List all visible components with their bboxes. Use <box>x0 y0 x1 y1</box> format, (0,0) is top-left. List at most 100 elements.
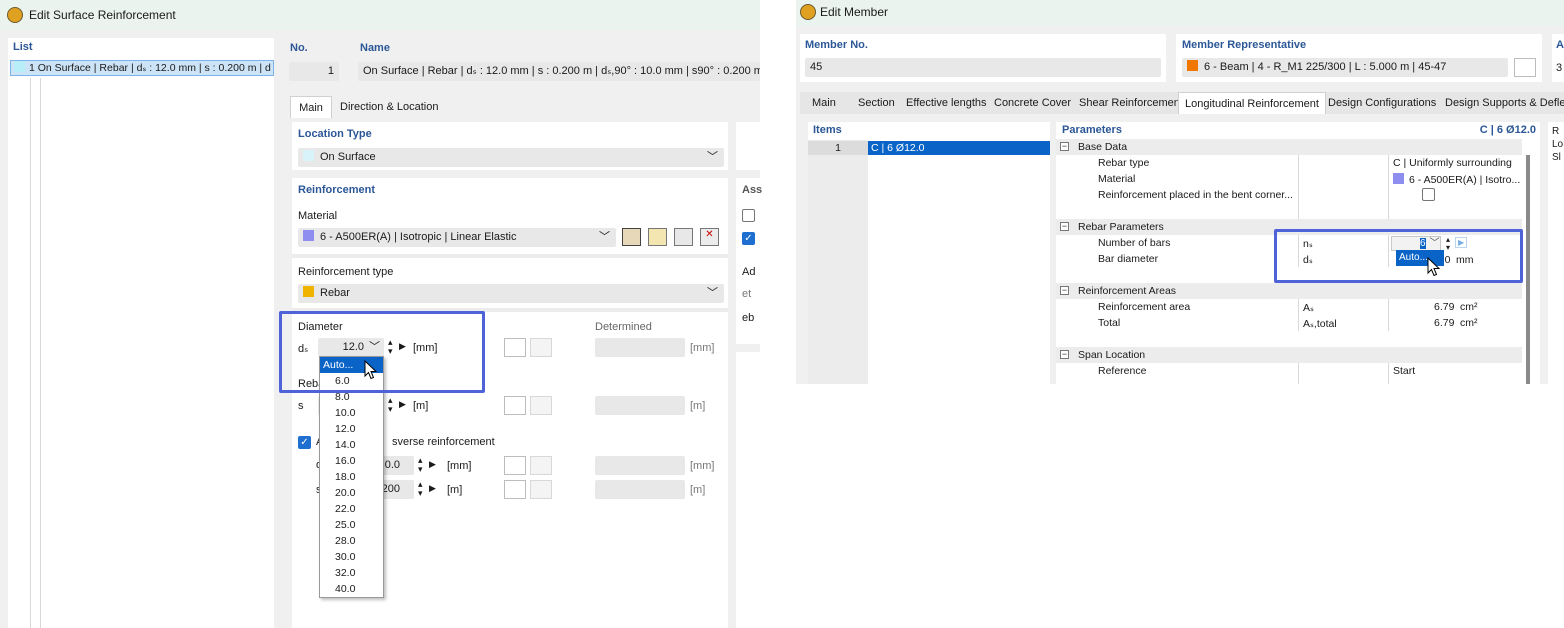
s-symbol: s <box>298 400 304 412</box>
left-window: Edit Surface Reinforcement List 1 On Sur… <box>0 0 763 628</box>
dropdown-option[interactable]: 28.0 <box>320 533 383 549</box>
delete-material-icon[interactable]: ✕ <box>700 228 719 246</box>
new-material-icon[interactable] <box>648 228 667 246</box>
side-l: Lo <box>1552 139 1564 150</box>
member-no-field[interactable]: 45 <box>805 58 1161 77</box>
rebar-params-label: Rebar Parameters <box>1078 221 1164 233</box>
eb-label: eb <box>742 312 755 324</box>
material-swatch <box>303 230 314 241</box>
edit-trans-d-icon[interactable] <box>504 456 526 475</box>
chevron-down-icon: ﹀ <box>707 151 718 163</box>
list-header: List <box>13 41 33 53</box>
edit-member-rep-icon[interactable] <box>1514 58 1536 77</box>
dropdown-option[interactable]: 14.0 <box>320 437 383 453</box>
right-checkbox-1[interactable] <box>742 209 755 222</box>
dropdown-option[interactable]: 25.0 <box>320 517 383 533</box>
tab-section[interactable]: Section <box>852 92 901 114</box>
app-icon <box>800 4 816 20</box>
transverse-checkbox[interactable]: ✓ <box>298 436 311 449</box>
determined-m-unit: [m] <box>690 400 706 412</box>
dropdown-option[interactable]: 16.0 <box>320 453 383 469</box>
dropdown-option[interactable]: 10.0 <box>320 405 383 421</box>
assignment-header: Ass <box>742 184 763 196</box>
member-rep-label: Member Representative <box>1182 39 1307 51</box>
location-type-select[interactable]: On Surface ﹀ <box>298 148 724 167</box>
determined-diameter-field <box>595 338 685 357</box>
dropdown-option[interactable]: 18.0 <box>320 469 383 485</box>
spin-icon[interactable]: ▴ ▾ <box>418 480 423 498</box>
determined-trans-mm-unit: [mm] <box>690 460 715 472</box>
tab-main[interactable]: Main <box>806 92 842 114</box>
edit-spacing-icon[interactable] <box>504 396 526 415</box>
no-label: No. <box>290 42 308 54</box>
rebar-swatch <box>303 286 314 297</box>
collapse-reinf-areas-icon[interactable]: − <box>1060 286 1069 295</box>
spin-icon[interactable]: ▴ ▾ <box>388 396 393 414</box>
tab-effective-lengths[interactable]: Effective lengths <box>900 92 993 114</box>
list-item[interactable]: 1 On Surface | Rebar | dₛ : 12.0 mm | s … <box>10 60 274 76</box>
material-value[interactable]: 6 - A500ER(A) | Isotro... <box>1393 173 1520 186</box>
spin-icon[interactable]: ▴ ▾ <box>418 456 423 474</box>
play-icon[interactable]: ▶ <box>429 483 436 494</box>
items-no-column <box>808 140 868 384</box>
dropdown-option[interactable]: 32.0 <box>320 565 383 581</box>
material-label: Material <box>298 210 338 222</box>
chevron-down-icon: ﹀ <box>707 287 718 299</box>
num-bars-label: Number of bars <box>1098 237 1171 249</box>
dropdown-option[interactable]: 12.0 <box>320 421 383 437</box>
tab-concrete-cover[interactable]: Concrete Cover <box>988 92 1077 114</box>
edit-trans-s-icon[interactable] <box>504 480 526 499</box>
collapse-span-location-icon[interactable]: − <box>1060 350 1069 359</box>
play-icon[interactable]: ▶ <box>399 399 406 410</box>
right-checkbox-2[interactable]: ✓ <box>742 232 755 245</box>
edit-material-icon[interactable] <box>674 228 693 246</box>
determined-spacing-field <box>595 396 685 415</box>
highlight-box <box>1274 229 1523 283</box>
material-select[interactable]: 6 - A500ER(A) | Isotropic | Linear Elast… <box>298 228 616 247</box>
tab-direction-location[interactable]: Direction & Location <box>334 96 444 118</box>
items-panel: Items 1 C | 6 Ø12.0 <box>808 122 1050 384</box>
trans-d-value: 0.0 <box>384 459 400 471</box>
pick-trans-d-icon <box>530 456 552 475</box>
item-no: 1 <box>808 141 868 155</box>
tab-design-configurations[interactable]: Design Configurations <box>1322 92 1442 114</box>
m-unit: [m] <box>413 400 429 412</box>
tab-shear-reinforcement[interactable]: Shear Reinforcement <box>1073 92 1189 114</box>
rebar-type-value[interactable]: C | Uniformly surrounding <box>1393 157 1512 169</box>
reference-value[interactable]: Start <box>1393 365 1415 377</box>
no-field[interactable]: 1 <box>289 62 339 81</box>
dropdown-option[interactable]: 22.0 <box>320 501 383 517</box>
right-tabbar: Main Section Effective lengths Concrete … <box>800 92 1564 114</box>
collapse-base-data-icon[interactable]: − <box>1060 142 1069 151</box>
material-value: 6 - A500ER(A) | Isotropic | Linear Elast… <box>320 231 517 243</box>
material-value-text: 6 - A500ER(A) | Isotro... <box>1409 174 1521 186</box>
member-rep-select[interactable]: 6 - Beam | 4 - R_M1 225/300 | L : 5.000 … <box>1182 58 1508 77</box>
dropdown-option[interactable]: 30.0 <box>320 549 383 565</box>
member-no-card: Member No. 45 <box>800 34 1166 82</box>
tab-longitudinal-reinforcement[interactable]: Longitudinal Reinforcement <box>1178 92 1326 114</box>
bent-corner-checkbox[interactable] <box>1422 188 1435 201</box>
edge-card: A 3 <box>1552 34 1564 82</box>
item-row[interactable]: C | 6 Ø12.0 <box>868 141 1050 155</box>
library-icon[interactable] <box>622 228 641 246</box>
items-label: Items <box>813 124 842 136</box>
tab-main[interactable]: Main <box>290 96 332 118</box>
window-title: Edit Member <box>820 5 889 19</box>
trans-s-value: 200 <box>381 483 400 495</box>
edit-diameter-icon[interactable] <box>504 338 526 357</box>
dropdown-option[interactable]: 20.0 <box>320 485 383 501</box>
reinf-type-label: Reinforcement type <box>298 266 394 278</box>
location-swatch <box>303 150 314 161</box>
name-field[interactable]: On Surface | Rebar | dₛ : 12.0 mm | s : … <box>358 62 760 81</box>
tab-design-supports[interactable]: Design Supports & Deflec <box>1439 92 1564 114</box>
reinf-type-select[interactable]: Rebar ﹀ <box>298 284 724 303</box>
play-icon[interactable]: ▶ <box>429 459 436 470</box>
vertical-scrollbar[interactable] <box>1526 155 1530 384</box>
collapse-rebar-params-icon[interactable]: − <box>1060 222 1069 231</box>
pick-spacing-icon <box>530 396 552 415</box>
location-type-value: On Surface <box>320 151 376 163</box>
surface-color-swatch <box>14 61 25 72</box>
dropdown-option[interactable]: 40.0 <box>320 581 383 597</box>
total-unit: cm² <box>1460 317 1478 329</box>
chevron-down-icon: ﹀ <box>599 231 610 243</box>
